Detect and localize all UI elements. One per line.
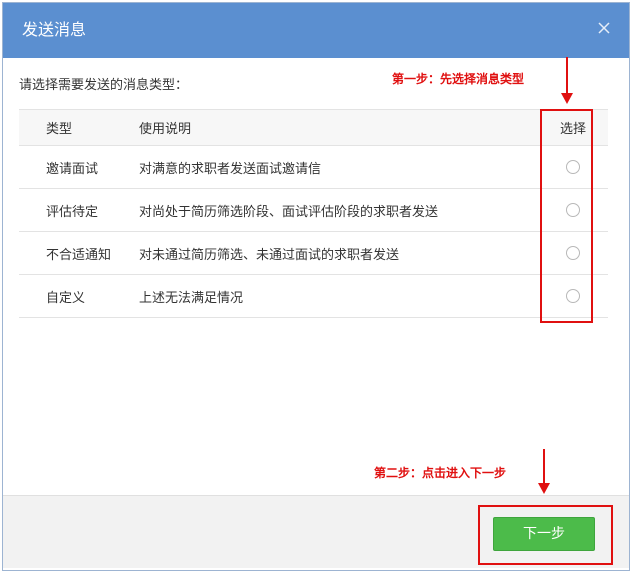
radio-unsuitable-notice[interactable] xyxy=(566,246,580,260)
close-icon[interactable] xyxy=(593,17,615,39)
dialog-titlebar: 发送消息 xyxy=(3,3,629,58)
table-row[interactable]: 邀请面试 对满意的求职者发送面试邀请信 xyxy=(19,145,608,189)
radio-pending-evaluation[interactable] xyxy=(566,203,580,217)
step2-arrow-icon xyxy=(538,449,550,494)
radio-custom[interactable] xyxy=(566,289,580,303)
table-row[interactable]: 不合适通知 对未通过简历筛选、未通过面试的求职者发送 xyxy=(19,231,608,275)
table-row[interactable]: 自定义 上述无法满足情况 xyxy=(19,274,608,318)
row-description: 对尚处于简历筛选阶段、面试评估阶段的求职者发送 xyxy=(139,188,538,232)
step2-annotation: 第二步：点击进入下一步 xyxy=(374,466,507,480)
step1-arrow-icon xyxy=(561,57,573,104)
table-row[interactable]: 评估待定 对尚处于简历筛选阶段、面试评估阶段的求职者发送 xyxy=(19,188,608,232)
table-header-row: 类型 使用说明 选择 xyxy=(19,109,608,146)
row-type: 自定义 xyxy=(19,274,139,318)
row-type: 评估待定 xyxy=(19,188,139,232)
radio-invite-interview[interactable] xyxy=(566,160,580,174)
message-type-table: 类型 使用说明 选择 邀请面试 对满意的求职者发送面试邀请信 评估待定 对尚处于… xyxy=(19,109,608,318)
step1-annotation: 第一步：先选择消息类型 xyxy=(392,72,525,86)
row-type: 邀请面试 xyxy=(19,145,139,189)
header-select: 选择 xyxy=(538,109,608,146)
row-description: 上述无法满足情况 xyxy=(139,274,538,318)
row-type: 不合适通知 xyxy=(19,231,139,275)
prompt-text: 请选择需要发送的消息类型： xyxy=(19,78,189,93)
row-description: 对满意的求职者发送面试邀请信 xyxy=(139,145,538,189)
row-description: 对未通过简历筛选、未通过面试的求职者发送 xyxy=(139,231,538,275)
header-type: 类型 xyxy=(19,109,139,146)
dialog-title: 发送消息 xyxy=(22,20,87,39)
next-step-button[interactable]: 下一步 xyxy=(493,517,595,551)
header-description: 使用说明 xyxy=(139,109,538,146)
